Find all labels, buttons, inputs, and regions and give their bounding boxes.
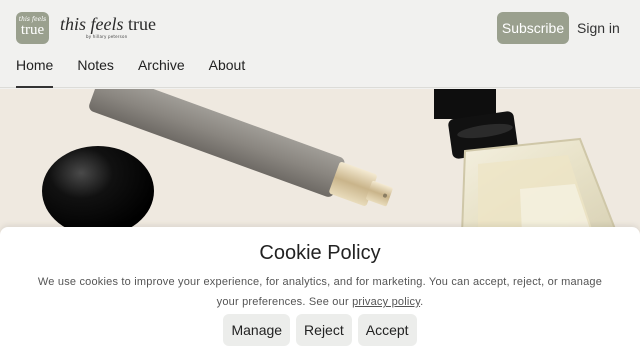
brand-name-regular: true xyxy=(128,14,156,34)
cookie-text: We use cookies to improve your experienc… xyxy=(37,276,603,308)
privacy-policy-link[interactable]: privacy policy xyxy=(352,296,420,308)
cookie-actions: Manage Reject Accept xyxy=(0,314,640,346)
cookie-title: Cookie Policy xyxy=(259,242,381,264)
nav-home[interactable]: Home xyxy=(16,57,54,88)
hero-image xyxy=(0,89,640,234)
cookie-banner: Cookie Policy We use cookies to improve … xyxy=(0,227,640,360)
site-header: this feels true this feels true by hilla… xyxy=(0,0,640,88)
sign-in-button[interactable]: Sign in xyxy=(577,12,620,44)
brand-byline: by hillary peterson xyxy=(86,34,128,39)
brand-name-italic: this feels xyxy=(60,14,124,34)
cookie-text-end: . xyxy=(420,296,424,308)
nav-about[interactable]: About xyxy=(209,57,246,88)
perfume-bottles-illustration xyxy=(42,89,617,234)
nav-archive[interactable]: Archive xyxy=(138,57,185,88)
logo-big-text: true xyxy=(20,22,45,38)
logo[interactable]: this feels true xyxy=(16,12,49,44)
reject-button[interactable]: Reject xyxy=(296,314,352,346)
main-nav: Home Notes Archive About xyxy=(16,57,269,88)
cookie-description: We use cookies to improve your experienc… xyxy=(30,272,610,312)
accept-button[interactable]: Accept xyxy=(357,314,417,346)
nav-notes[interactable]: Notes xyxy=(77,57,114,88)
brand-name[interactable]: this feels true xyxy=(60,14,156,35)
manage-button[interactable]: Manage xyxy=(223,314,291,346)
page: this feels true this feels true by hilla… xyxy=(0,0,640,360)
subscribe-button[interactable]: Subscribe xyxy=(497,12,569,44)
